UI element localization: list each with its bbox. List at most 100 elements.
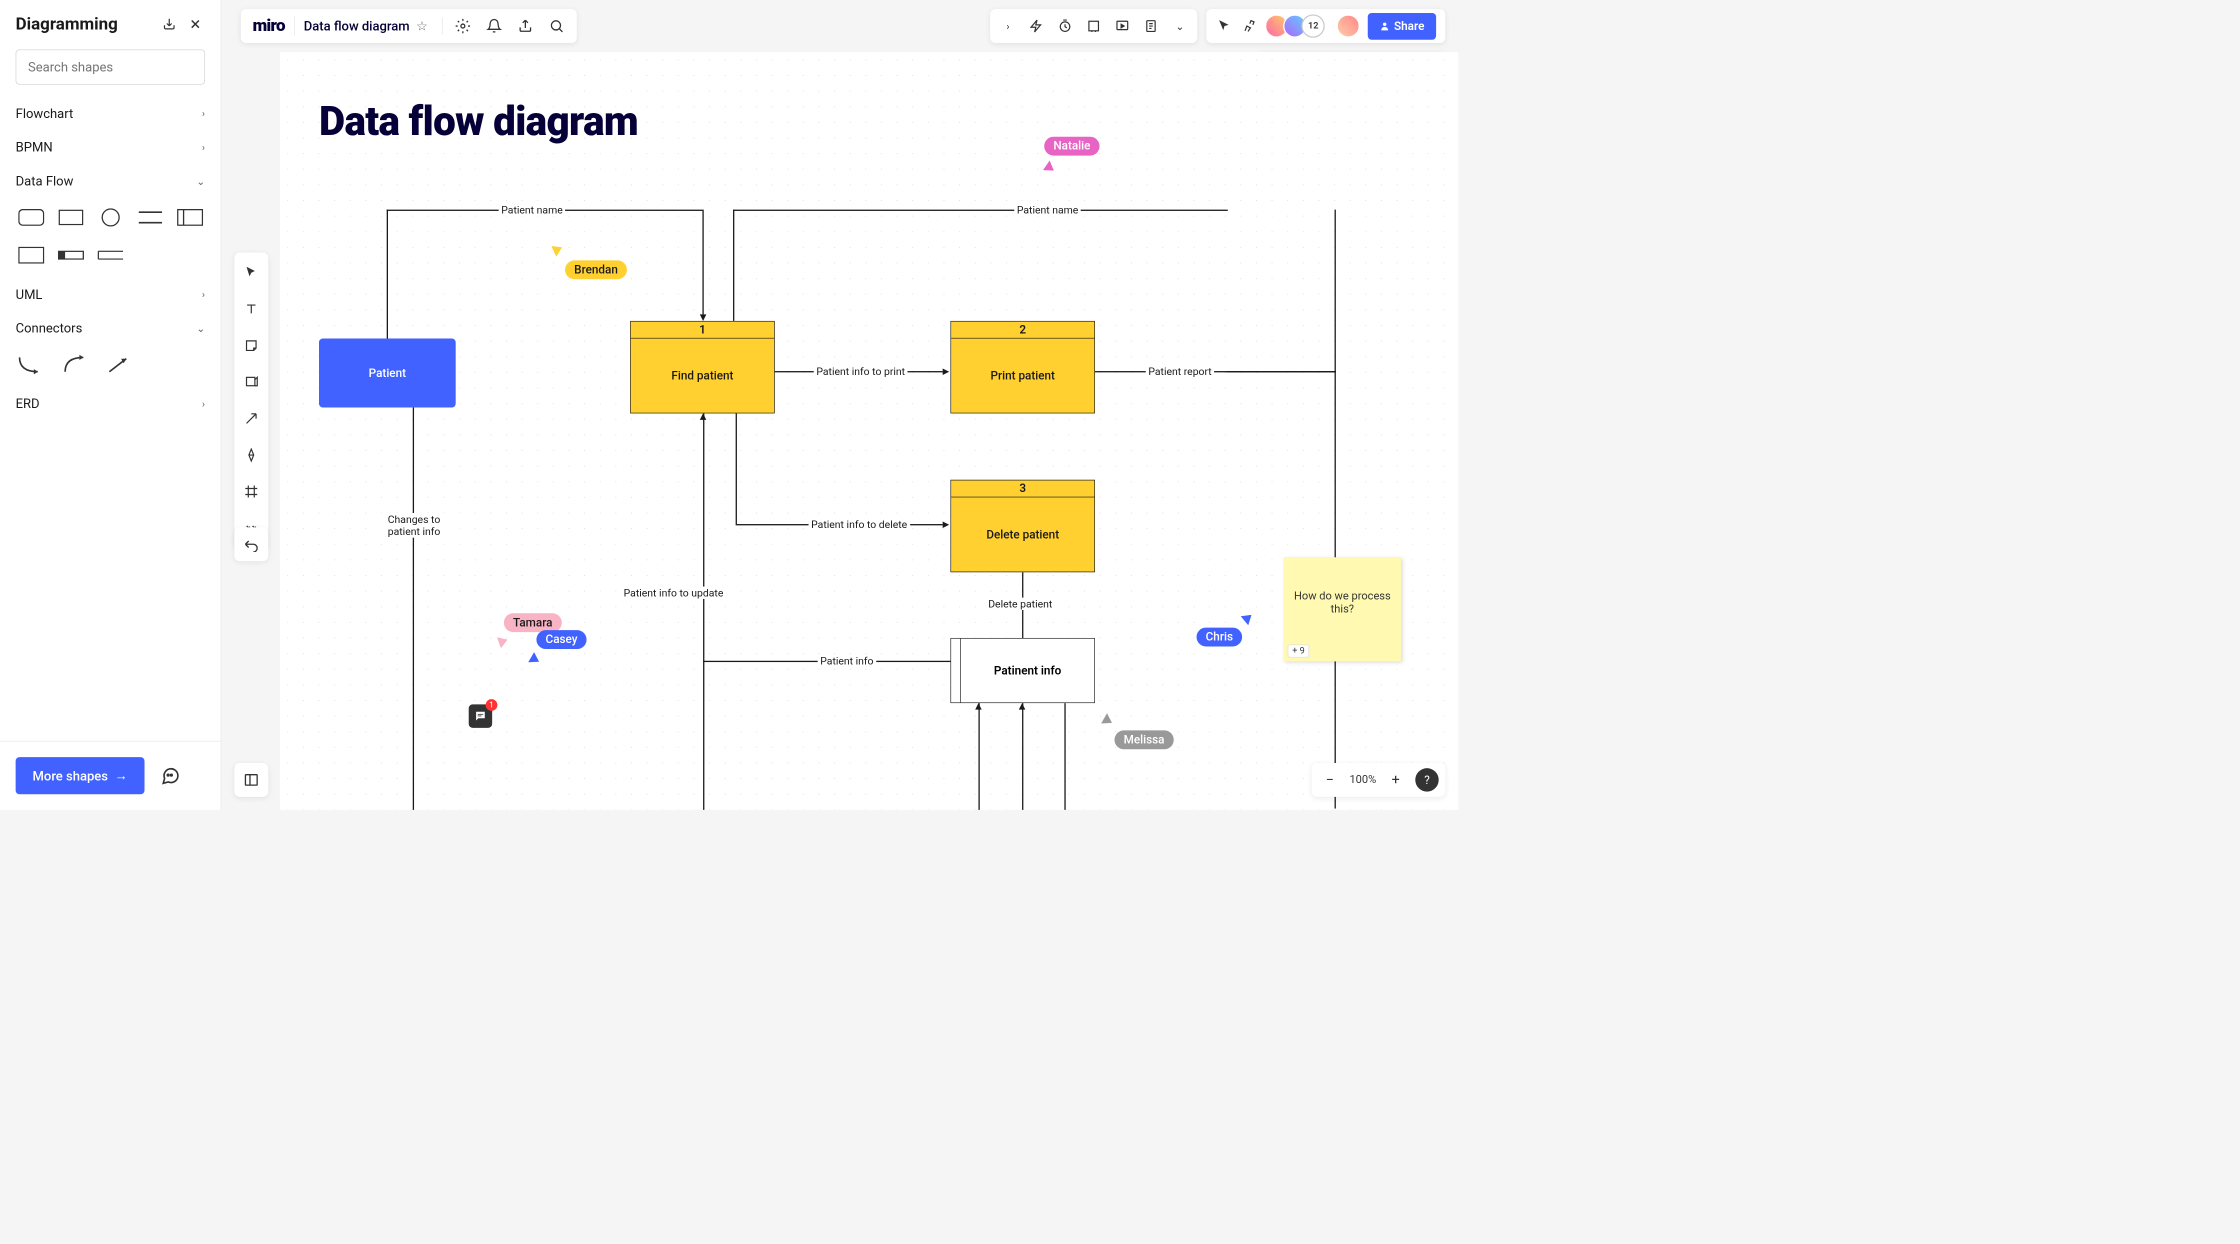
miro-logo[interactable]: miro [253, 16, 295, 36]
arrow-head-icon [700, 413, 707, 420]
share-label: Share [1394, 19, 1424, 33]
edge-line [702, 210, 703, 315]
sidebar-footer: More shapes → [0, 741, 221, 810]
avatar-self[interactable] [1337, 14, 1360, 37]
chevron-down-icon: ⌄ [196, 322, 205, 334]
edge-line [978, 703, 979, 810]
help-button[interactable]: ? [1415, 768, 1438, 791]
node-label: Patient [369, 366, 406, 380]
shape-circle[interactable] [95, 203, 126, 232]
chevron-right-small-icon[interactable]: › [999, 18, 1016, 35]
cursor-pointer-icon [1241, 610, 1256, 625]
cursor-icon[interactable] [1216, 18, 1233, 35]
sidebar-title: Diagramming [16, 14, 118, 34]
star-icon[interactable]: ☆ [416, 18, 428, 34]
category-erd[interactable]: ERD › [0, 387, 221, 421]
settings-icon[interactable] [455, 18, 472, 35]
node-patient[interactable]: Patient [319, 339, 456, 408]
feedback-icon[interactable] [156, 761, 185, 790]
node-number: 3 [951, 480, 1094, 497]
node-find-patient[interactable]: 1 Find patient [630, 321, 775, 413]
node-number: 1 [631, 322, 774, 339]
sticky-tool[interactable] [234, 332, 268, 359]
pen-tool[interactable] [234, 441, 268, 468]
avatar-count[interactable]: 12 [1302, 14, 1325, 37]
shape-open-rect[interactable] [95, 241, 126, 270]
shape-datastore[interactable] [174, 203, 205, 232]
canvas[interactable]: Data flow diagram Patient name Changes t… [280, 52, 1458, 810]
node-delete-patient[interactable]: 3 Delete patient [950, 480, 1095, 572]
search-input[interactable] [16, 49, 205, 84]
reactions-icon[interactable] [1240, 18, 1257, 35]
bell-icon[interactable] [486, 18, 503, 35]
sticky-note[interactable]: How do we process this? + 9 [1284, 557, 1401, 661]
edge-label: Patient report [1146, 365, 1215, 377]
more-icon[interactable]: ⌄ [1171, 18, 1188, 35]
shape-rounded-rect[interactable] [16, 203, 47, 232]
arrow-head-icon [943, 368, 950, 375]
shape-datastore2[interactable] [55, 241, 86, 270]
shape-rect2[interactable] [16, 241, 47, 270]
comment-marker[interactable]: 1 [469, 704, 492, 727]
shape-rect[interactable] [55, 203, 86, 232]
edge-label: Changes to patient info [368, 513, 459, 538]
sticky-reactions[interactable]: + 9 [1288, 644, 1310, 657]
category-label: BPMN [16, 139, 53, 155]
category-bpmn[interactable]: BPMN › [0, 130, 221, 164]
connector-curve[interactable] [16, 350, 45, 379]
cursor-melissa: Melissa [1115, 730, 1174, 749]
zoom-controls: − 100% + ? [1312, 763, 1446, 797]
present-icon[interactable] [1114, 18, 1131, 35]
export-icon[interactable] [517, 18, 534, 35]
zoom-in-button[interactable]: + [1384, 768, 1407, 791]
more-shapes-button[interactable]: More shapes → [16, 757, 145, 794]
dataflow-shapes [0, 198, 221, 277]
edge-label: Patient info to delete [809, 518, 910, 530]
close-icon[interactable] [186, 14, 206, 34]
edge-label: Patient info [818, 655, 876, 667]
notes-icon[interactable] [1143, 18, 1160, 35]
shape-parallel-lines[interactable] [135, 203, 166, 232]
edge-label: Delete patient [986, 598, 1055, 610]
zoom-level[interactable]: 100% [1346, 773, 1381, 786]
select-tool[interactable] [234, 259, 268, 286]
avatars[interactable]: 12 [1265, 14, 1325, 37]
node-label: Find patient [631, 339, 774, 413]
edge-line [1335, 210, 1336, 809]
category-dataflow[interactable]: Data Flow ⌄ [0, 164, 221, 198]
share-button[interactable]: Share [1368, 13, 1436, 40]
timer-icon[interactable] [1057, 18, 1074, 35]
node-patient-info[interactable]: Patinent info [950, 638, 1095, 703]
chevron-right-icon: › [202, 107, 205, 119]
edge-line [1064, 703, 1065, 810]
arrow-right-icon: → [114, 768, 127, 784]
frame-icon[interactable] [1085, 18, 1102, 35]
sticky-text: How do we process this? [1293, 590, 1392, 616]
category-uml[interactable]: UML › [0, 277, 221, 311]
edge-line [1022, 703, 1023, 810]
connector-straight[interactable] [104, 350, 133, 379]
category-connectors[interactable]: Connectors ⌄ [0, 311, 221, 345]
shape-tool[interactable] [234, 368, 268, 395]
panel-toggle[interactable] [234, 763, 268, 797]
board-name[interactable]: Data flow diagram [304, 18, 410, 34]
zoom-out-button[interactable]: − [1318, 768, 1341, 791]
cursor-pointer-icon [1101, 713, 1115, 728]
comment-icon [474, 710, 487, 723]
category-flowchart[interactable]: Flowchart › [0, 96, 221, 130]
chevron-right-icon: › [202, 288, 205, 300]
diagram-title[interactable]: Data flow diagram [319, 98, 638, 146]
cursor-pointer-icon [1043, 161, 1057, 176]
lightning-icon[interactable] [1028, 18, 1045, 35]
search-icon[interactable] [548, 18, 565, 35]
cursor-chris: Chris [1197, 628, 1243, 647]
node-print-patient[interactable]: 2 Print patient [950, 321, 1095, 413]
frame-tool[interactable] [234, 478, 268, 505]
undo-button[interactable] [234, 527, 268, 561]
import-icon[interactable] [159, 14, 179, 34]
connector-arc[interactable] [60, 350, 89, 379]
node-label: Patinent info [960, 639, 1094, 703]
text-tool[interactable] [234, 296, 268, 323]
arrow-tool[interactable] [234, 405, 268, 432]
cursor-natalie: Natalie [1044, 137, 1099, 156]
